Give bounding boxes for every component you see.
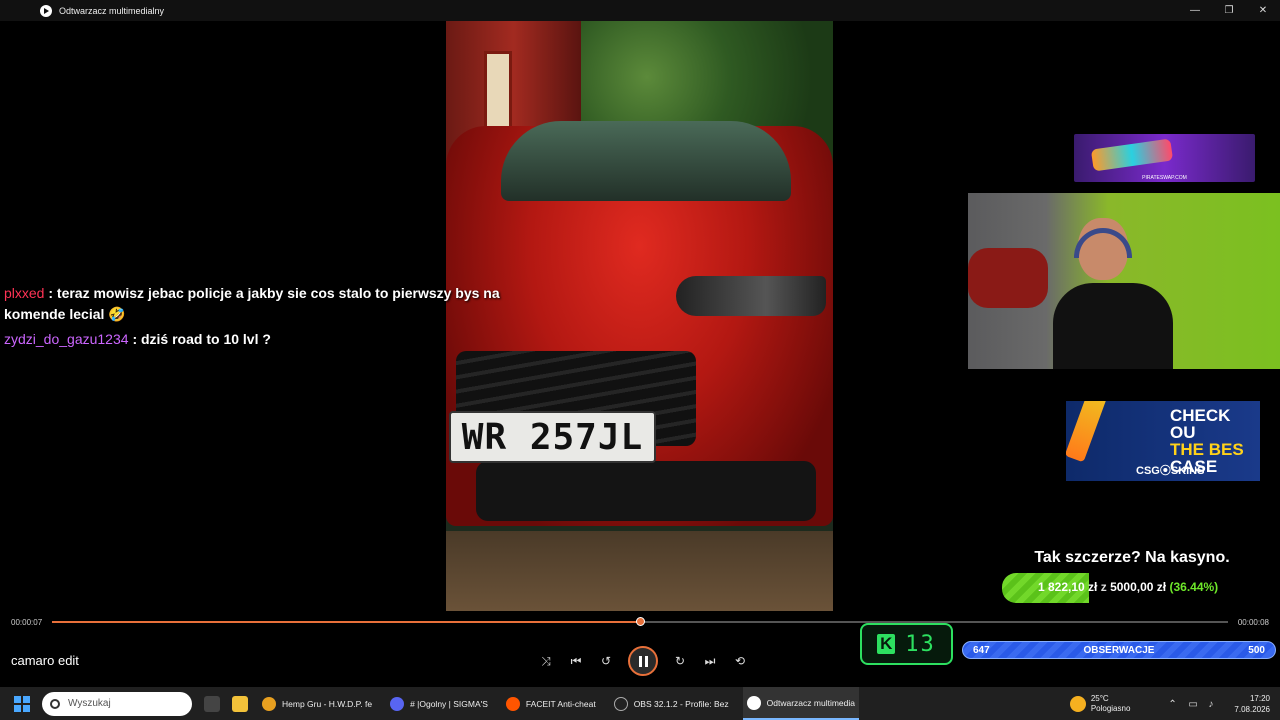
chrome-icon (262, 696, 276, 711)
next-icon[interactable]: ⏭ (702, 653, 718, 669)
title-bar: Odtwarzacz multimedialny — ❐ ✕ (0, 0, 1280, 21)
media-title: camaro edit (11, 653, 79, 668)
clock-time: 17:20 (1249, 693, 1270, 703)
weather-widget[interactable]: 25°C Pologiasno (1069, 693, 1131, 714)
total-time: 00:00:08 (1237, 618, 1269, 627)
taskbar-item-label: Odtwarzacz multimedia (766, 697, 855, 708)
shuffle-icon[interactable]: ⤨ (538, 653, 554, 669)
chat-overlay: plxxed : teraz mowisz jebac policje a ja… (4, 283, 504, 354)
goal-percent: (36.44%) (1169, 580, 1219, 594)
lower-grille (476, 461, 816, 521)
discord-icon (390, 696, 405, 711)
minimize-button[interactable]: — (1178, 0, 1212, 21)
chevron-up-icon[interactable]: ⌃ (1168, 699, 1180, 710)
weather-desc: Pologiasno (1090, 703, 1131, 713)
streamer-body (1053, 283, 1173, 369)
knife-image (1066, 401, 1108, 463)
followers-current: 647 (973, 644, 990, 656)
weather-temp: 25°C (1090, 693, 1109, 703)
window-title: Odtwarzacz multimedialny (59, 5, 165, 16)
file-explorer-icon[interactable] (232, 695, 248, 712)
volume-icon[interactable]: ♪ (1208, 699, 1220, 710)
task-view-icon[interactable] (204, 695, 220, 712)
goal-text: 1 822,10 zł z 5000,00 zł (36.44%) (1038, 580, 1218, 594)
faceit-level-badge: K 13 (860, 623, 953, 665)
csgo-line-1: CHECK OU (1170, 406, 1231, 442)
taskbar-item-media-player[interactable]: Odtwarzacz multimedia (742, 687, 859, 720)
chat-message: plxxed : teraz mowisz jebac policje a ja… (4, 283, 504, 325)
followers-goal: 500 (1248, 644, 1265, 656)
csgo-line-2: THE BES (1170, 440, 1244, 459)
pause-button[interactable] (628, 646, 658, 676)
webcam-bg-car (968, 248, 1048, 308)
csgoskins-banner: CHECK OU THE BES CASE CSG⦿SKINS (1066, 401, 1260, 481)
chat-username: plxxed (4, 285, 45, 301)
search-icon (50, 698, 60, 709)
windows-start-icon[interactable] (14, 695, 30, 712)
goal-of: z (1100, 580, 1107, 594)
repeat-icon[interactable]: ⟲ (732, 653, 748, 669)
search-placeholder: Wyszukaj (68, 698, 111, 709)
playback-controls: ⤨ ⏮ ↺ ↻ ⏭ ⟲ (538, 646, 748, 676)
kasyno-heading: Tak szczerze? Na kasyno. (1034, 549, 1230, 566)
forward-30-icon[interactable]: ↻ (672, 653, 688, 669)
close-button[interactable]: ✕ (1246, 0, 1280, 21)
goal-target: 5000,00 zł (1110, 580, 1167, 594)
followers-bar: 647 OBSERWACJE 500 (962, 641, 1276, 659)
system-tray: 25°C Pologiasno ⌃ ▭ ♪ 17:20 7.08.2026 (1069, 687, 1280, 720)
chat-text: : teraz mowisz jebac policje a jakby sie… (4, 285, 500, 322)
csgo-brand: CSG⦿SKINS (1136, 465, 1205, 477)
pirateswap-banner: PIRATESWAP.COM (1074, 134, 1255, 182)
clock[interactable]: 17:20 7.08.2026 (1234, 693, 1270, 715)
donation-goal: 1 822,10 zł z 5000,00 zł (36.44%) (1002, 572, 1242, 604)
faceit-k-icon: K (877, 634, 896, 654)
chat-username: zydzi_do_gazu1234 (4, 331, 129, 347)
weather-sun-icon (1069, 695, 1086, 712)
taskbar-item-label: FACEIT Anti-cheat (525, 698, 596, 709)
pirateswap-label: PIRATESWAP.COM (1142, 175, 1187, 181)
license-plate: WR 257JL (449, 411, 656, 463)
seek-fill (52, 621, 640, 623)
taskbar-item-label: # |Ogolny | SIGMA'S (410, 698, 488, 709)
goal-amount: 1 822,10 zł (1038, 580, 1098, 594)
skin-gun-image (1090, 138, 1174, 172)
taskbar-item-faceit[interactable]: FACEIT Anti-cheat (502, 687, 600, 720)
seek-bar[interactable] (52, 617, 1228, 626)
pause-icon (638, 655, 648, 667)
current-time: 00:00:07 (11, 618, 43, 627)
taskbar-item-obs[interactable]: OBS 32.1.2 - Profile: Bez (610, 687, 733, 720)
faceit-level: 13 (905, 631, 936, 657)
taskbar-item-chrome[interactable]: Hemp Gru - H.W.D.P. fe (258, 687, 376, 720)
taskbar-item-discord[interactable]: # |Ogolny | SIGMA'S (386, 687, 492, 720)
ground (446, 531, 833, 611)
rewind-10-icon[interactable]: ↺ (598, 653, 614, 669)
window-controls: — ❐ ✕ (1178, 0, 1280, 21)
media-player-icon (746, 695, 761, 710)
clock-date: 7.08.2026 (1234, 704, 1270, 714)
followers-label: OBSERWACJE (1083, 644, 1155, 656)
seek-thumb[interactable] (636, 617, 645, 626)
previous-icon[interactable]: ⏮ (568, 653, 584, 669)
taskbar-item-label: Hemp Gru - H.W.D.P. fe (282, 698, 373, 709)
network-icon[interactable]: ▭ (1188, 699, 1200, 710)
taskbar-search[interactable]: Wyszukaj (42, 691, 192, 716)
chat-text: : dziś road to 10 lvl ? (132, 331, 271, 347)
video-stage[interactable]: WR 257JL plxxed : teraz mowisz jebac pol… (0, 21, 1280, 611)
obs-icon (613, 696, 628, 711)
headlight (676, 276, 826, 316)
video-frame: WR 257JL (446, 21, 833, 611)
chat-message: zydzi_do_gazu1234 : dziś road to 10 lvl … (4, 329, 504, 350)
taskbar: Wyszukaj Hemp Gru - H.W.D.P. fe # |Ogoln… (0, 687, 1280, 720)
taskbar-item-label: OBS 32.1.2 - Profile: Bez (633, 698, 729, 709)
webcam-feed (968, 193, 1280, 369)
faceit-icon (505, 696, 520, 711)
windshield (501, 121, 791, 201)
media-player-icon (40, 4, 52, 17)
maximize-button[interactable]: ❐ (1212, 0, 1246, 21)
